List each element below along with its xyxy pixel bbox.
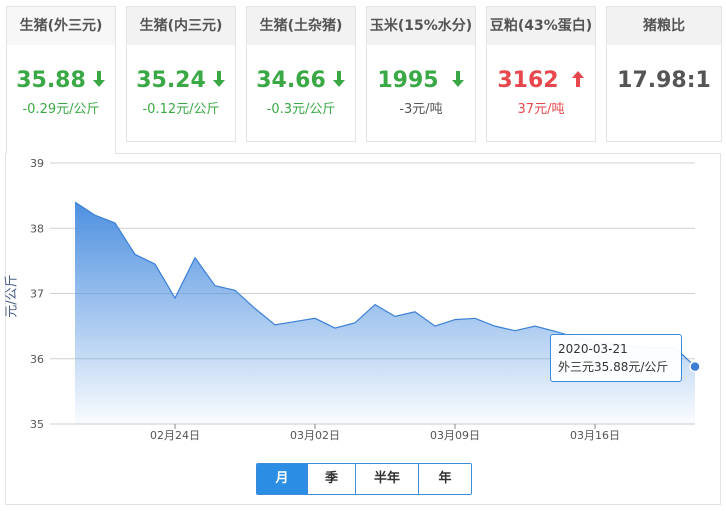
y-tick-label: 36: [30, 353, 44, 366]
tab-quarter[interactable]: 季: [307, 464, 355, 494]
tab-year[interactable]: 年: [418, 464, 471, 494]
x-tick-label: 03月02日: [290, 429, 340, 442]
y-tick-label: 35: [30, 418, 44, 431]
arrow-down-icon: [92, 71, 105, 87]
tooltip-date: 2020-03-21: [558, 342, 628, 356]
tab-month[interactable]: 月: [257, 464, 307, 494]
chart-tooltip: 2020-03-21 外三元35.88元/公斤: [550, 334, 682, 382]
x-tick-label: 02月24日: [150, 429, 200, 442]
x-tick-label: 03月16日: [570, 429, 620, 442]
highlight-point: [689, 360, 701, 373]
card-price-value: 35.88: [16, 68, 86, 93]
card-price: 35.88: [7, 67, 115, 95]
y-axis-title: 元/公斤: [4, 274, 20, 318]
card-pig-outer-three[interactable]: 生猪(外三元) 35.88 -0.29元/公斤: [6, 6, 116, 154]
card-change: -0.29元/公斤: [22, 102, 100, 117]
period-tabs: 月 季 半年 年: [256, 463, 472, 495]
y-tick-label: 37: [30, 288, 44, 301]
card-title: 生猪(外三元): [7, 7, 115, 45]
tooltip-value: 外三元35.88元/公斤: [558, 360, 669, 374]
tab-half-year[interactable]: 半年: [355, 464, 418, 494]
y-tick-label: 39: [30, 157, 44, 170]
x-tick-label: 03月09日: [430, 429, 480, 442]
price-area: [75, 202, 695, 424]
y-tick-label: 38: [30, 222, 44, 235]
